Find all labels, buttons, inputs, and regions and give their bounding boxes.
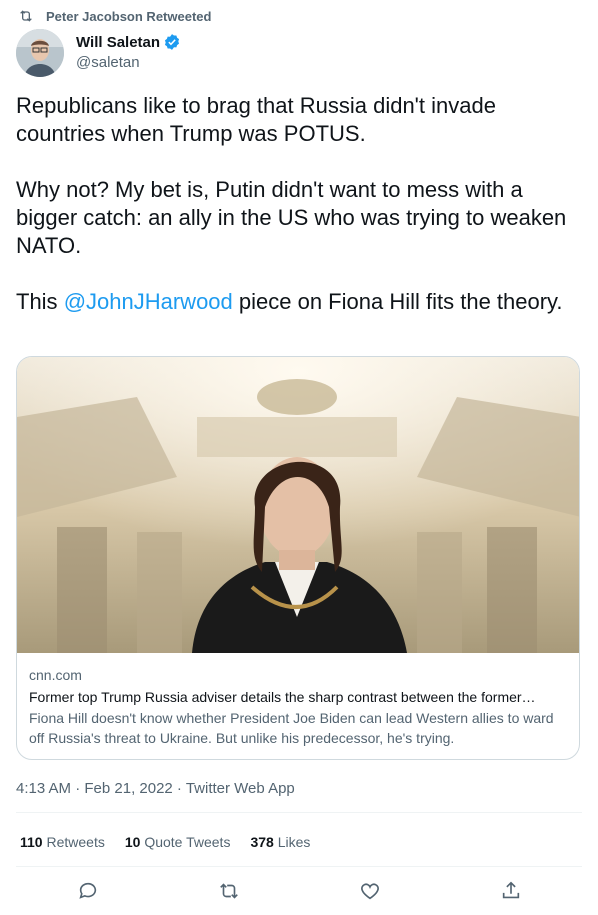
card-description: Fiona Hill doesn't know whether Presiden… (29, 710, 554, 746)
like-button[interactable] (359, 880, 381, 902)
action-bar (0, 876, 598, 908)
author-name[interactable]: Will Saletan (76, 34, 160, 51)
retweets-count: 110 (20, 834, 43, 850)
retweet-banner-text: Peter Jacobson Retweeted (46, 8, 212, 24)
retweet-icon (220, 883, 238, 899)
engagement-stats: 110 Retweets 10 Quote Tweets 378 Likes (20, 834, 330, 850)
card-domain: cnn.com (29, 667, 82, 683)
retweet-banner[interactable]: Peter Jacobson Retweeted (18, 8, 211, 24)
tweet-paragraph-3: This @JohnJHarwood piece on Fiona Hill f… (16, 288, 576, 316)
tweet-text: Republicans like to brag that Russia did… (16, 92, 576, 344)
reply-button[interactable] (77, 880, 99, 902)
likes-stat[interactable]: 378 Likes (250, 834, 310, 850)
quote-tweets-count: 10 (124, 834, 141, 850)
verified-badge-icon (165, 34, 180, 50)
avatar-image (16, 29, 64, 77)
author-block[interactable]: Will Saletan @saletan (76, 33, 181, 71)
avatar[interactable] (16, 29, 64, 77)
reply-icon (79, 882, 97, 899)
share-button[interactable] (500, 880, 522, 902)
link-card[interactable]: cnn.com Former top Trump Russia adviser … (16, 356, 580, 760)
card-title: Former top Trump Russia adviser details … (29, 689, 536, 705)
like-icon (361, 883, 379, 900)
retweet-button[interactable] (218, 880, 240, 902)
retweets-stat[interactable]: 110 Retweets (20, 834, 105, 850)
likes-label: Likes (277, 834, 311, 850)
tweet-text-segment: piece on Fiona Hill fits the theory. (232, 289, 563, 314)
divider (16, 866, 582, 867)
mention-link[interactable]: @JohnJHarwood (64, 289, 233, 314)
likes-count: 378 (250, 834, 274, 850)
retweet-icon (20, 10, 32, 22)
card-image (17, 357, 579, 653)
divider (16, 812, 582, 813)
author-handle[interactable]: @saletan (76, 54, 181, 71)
tweet-timestamp[interactable]: 4:13 AM · Feb 21, 2022 · Twitter Web App (16, 780, 295, 797)
tweet-paragraph-2: Why not? My bet is, Putin didn't want to… (16, 177, 567, 258)
retweets-label: Retweets (46, 834, 105, 850)
share-icon (502, 881, 520, 899)
quote-tweets-stat[interactable]: 10 Quote Tweets (125, 834, 231, 850)
tweet-text-segment: This (16, 289, 64, 314)
tweet-paragraph-1: Republicans like to brag that Russia did… (16, 93, 496, 146)
quote-tweets-label: Quote Tweets (144, 834, 231, 850)
